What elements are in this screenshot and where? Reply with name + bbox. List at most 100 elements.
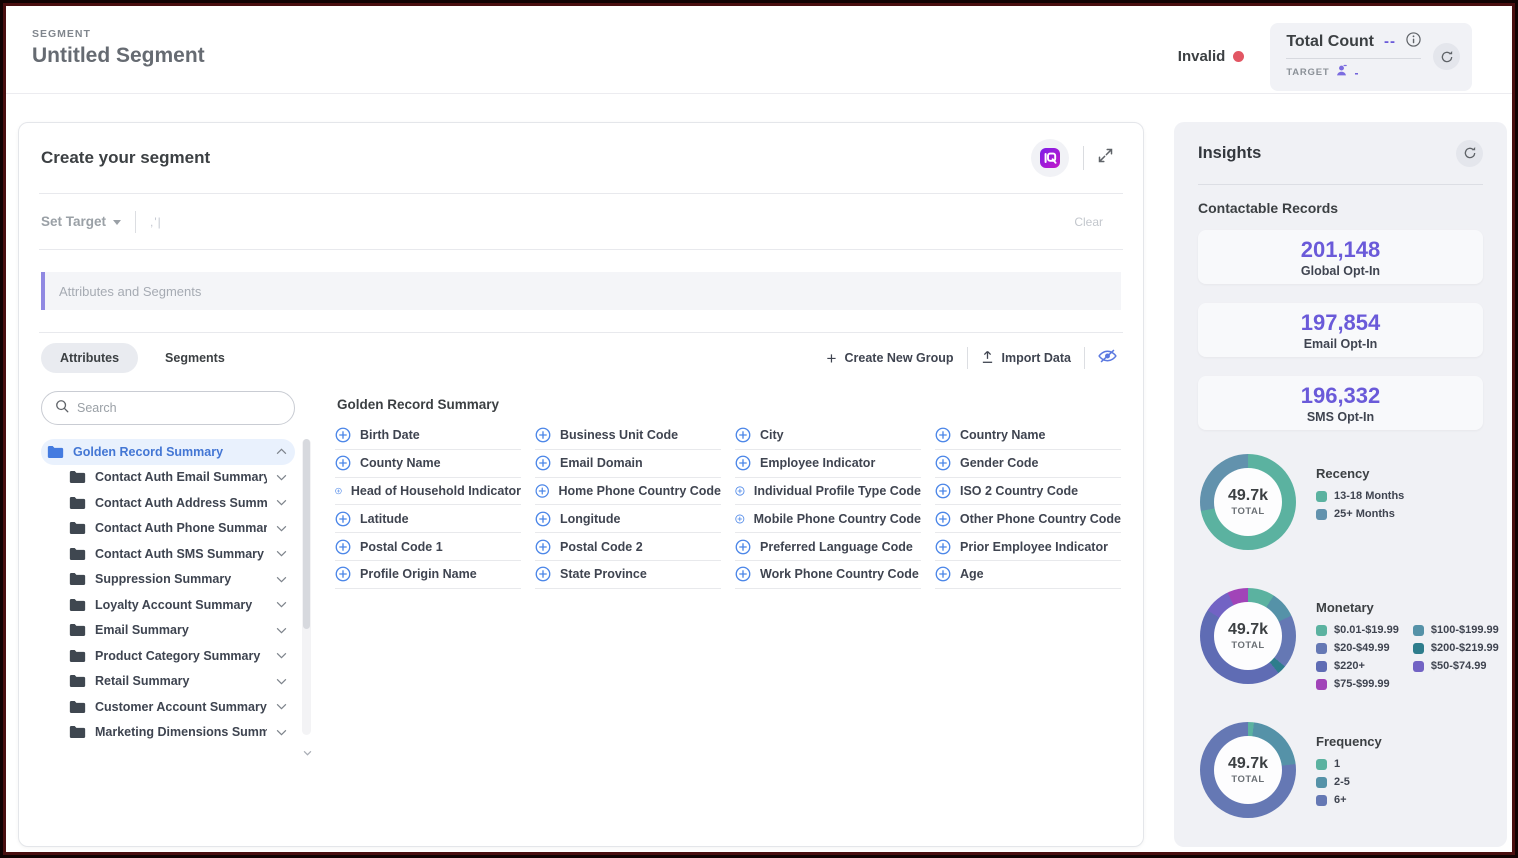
tab-attributes[interactable]: Attributes — [41, 343, 138, 373]
legend-item: 6+ — [1316, 794, 1382, 806]
add-attribute-icon[interactable] — [735, 511, 745, 527]
tree-item-contact-auth-address-summary[interactable]: Contact Auth Address Summary — [63, 490, 295, 516]
scrollbar-thumb[interactable] — [303, 439, 310, 629]
add-attribute-icon[interactable] — [535, 539, 551, 555]
add-attribute-icon[interactable] — [735, 455, 751, 471]
tree-item-marketing-dimensions-summary[interactable]: Marketing Dimensions Summary — [63, 720, 295, 746]
attributes-segments-dropzone[interactable]: Attributes and Segments — [41, 272, 1121, 310]
expand-icon[interactable] — [1098, 148, 1113, 168]
chevron-down-icon[interactable] — [276, 729, 287, 736]
attribute-work-phone-country-code[interactable]: Work Phone Country Code — [735, 561, 921, 589]
attribute-business-unit-code[interactable]: Business Unit Code — [535, 422, 721, 450]
add-attribute-icon[interactable] — [935, 539, 951, 555]
attribute-iso-2-country-code[interactable]: ISO 2 Country Code — [935, 478, 1121, 506]
attribute-latitude[interactable]: Latitude — [335, 505, 521, 533]
opt-in-stats: 201,148Global Opt-In197,854Email Opt-In1… — [1198, 230, 1483, 430]
attribute-home-phone-country-code[interactable]: Home Phone Country Code — [535, 478, 721, 506]
tree-item-contact-auth-sms-summary[interactable]: Contact Auth SMS Summary — [63, 541, 295, 567]
assistant-logo-button[interactable] — [1031, 139, 1069, 177]
add-attribute-icon[interactable] — [535, 455, 551, 471]
tree-item-contact-auth-phone-summary[interactable]: Contact Auth Phone Summary — [63, 516, 295, 542]
tree-item-product-category-summary[interactable]: Product Category Summary — [63, 643, 295, 669]
tree-item-label: Contact Auth Phone Summary — [95, 521, 267, 535]
add-attribute-icon[interactable] — [335, 566, 351, 582]
tree-item-label: Contact Auth SMS Summary — [95, 547, 267, 561]
add-attribute-icon[interactable] — [535, 566, 551, 582]
attribute-birth-date[interactable]: Birth Date — [335, 422, 521, 450]
total-count-box: Total Count -- TARGET - — [1270, 23, 1472, 91]
chevron-down-icon[interactable] — [276, 627, 287, 634]
attribute-postal-code-1[interactable]: Postal Code 1 — [335, 533, 521, 561]
tab-segments[interactable]: Segments — [146, 343, 244, 373]
attribute-city[interactable]: City — [735, 422, 921, 450]
attribute-email-domain[interactable]: Email Domain — [535, 450, 721, 478]
create-new-group-button[interactable]: + Create New Group — [827, 350, 954, 367]
set-target-label: Set Target — [41, 214, 106, 229]
add-attribute-icon[interactable] — [735, 483, 745, 499]
attribute-county-name[interactable]: County Name — [335, 450, 521, 478]
folder-icon — [69, 547, 86, 561]
donut-chart-recency: 49.7kTOTALRecency13-18 Months25+ Months — [1198, 454, 1483, 564]
chevron-down-icon[interactable] — [276, 703, 287, 710]
add-attribute-icon[interactable] — [935, 455, 951, 471]
tree-item-loyalty-account-summary[interactable]: Loyalty Account Summary — [63, 592, 295, 618]
stat-label: SMS Opt-In — [1307, 410, 1374, 424]
attribute-gender-code[interactable]: Gender Code — [935, 450, 1121, 478]
add-attribute-icon[interactable] — [535, 511, 551, 527]
clear-button[interactable]: Clear — [1074, 215, 1121, 229]
chevron-down-icon[interactable] — [276, 678, 287, 685]
attribute-other-phone-country-code[interactable]: Other Phone Country Code — [935, 505, 1121, 533]
chevron-down-icon[interactable] — [276, 499, 287, 506]
attribute-age[interactable]: Age — [935, 561, 1121, 589]
attribute-individual-profile-type-code[interactable]: Individual Profile Type Code — [735, 478, 921, 506]
tree-item-contact-auth-email-summary[interactable]: Contact Auth Email Summary — [63, 465, 295, 491]
add-attribute-icon[interactable] — [535, 483, 549, 499]
chevron-down-icon[interactable] — [276, 601, 287, 608]
add-attribute-icon[interactable] — [335, 455, 351, 471]
attribute-label: Home Phone Country Code — [558, 484, 721, 498]
add-attribute-icon[interactable] — [535, 427, 551, 443]
add-attribute-icon[interactable] — [335, 511, 351, 527]
attribute-mobile-phone-country-code[interactable]: Mobile Phone Country Code — [735, 505, 921, 533]
tree-item-golden-record-summary[interactable]: Golden Record Summary — [41, 439, 295, 465]
info-icon[interactable] — [1406, 32, 1421, 52]
tree-item-retail-summary[interactable]: Retail Summary — [63, 669, 295, 695]
search-input[interactable] — [77, 401, 281, 415]
import-data-button[interactable]: Import Data — [981, 350, 1071, 367]
chevron-down-icon[interactable] — [276, 652, 287, 659]
chevron-up-icon[interactable] — [276, 448, 287, 455]
chevron-down-icon[interactable] — [276, 576, 287, 583]
add-attribute-icon[interactable] — [935, 483, 951, 499]
attribute-longitude[interactable]: Longitude — [535, 505, 721, 533]
add-attribute-icon[interactable] — [335, 427, 351, 443]
attribute-postal-code-2[interactable]: Postal Code 2 — [535, 533, 721, 561]
tree-item-email-summary[interactable]: Email Summary — [63, 618, 295, 644]
attribute-head-of-household-indicator[interactable]: Head of Household Indicator — [335, 478, 521, 506]
add-attribute-icon[interactable] — [335, 483, 342, 499]
add-attribute-icon[interactable] — [935, 427, 951, 443]
attribute-employee-indicator[interactable]: Employee Indicator — [735, 450, 921, 478]
refresh-count-button[interactable] — [1433, 43, 1460, 70]
attribute-country-name[interactable]: Country Name — [935, 422, 1121, 450]
attribute-preferred-language-code[interactable]: Preferred Language Code — [735, 533, 921, 561]
add-attribute-icon[interactable] — [935, 511, 951, 527]
legend-item: $200-$219.99 — [1413, 642, 1499, 654]
scroll-down-arrow-icon[interactable] — [303, 743, 312, 761]
add-attribute-icon[interactable] — [735, 566, 751, 582]
tree-item-suppression-summary[interactable]: Suppression Summary — [63, 567, 295, 593]
add-attribute-icon[interactable] — [735, 539, 751, 555]
set-target-button[interactable]: Set Target — [41, 214, 121, 229]
chevron-down-icon[interactable] — [276, 474, 287, 481]
refresh-insights-button[interactable] — [1456, 140, 1483, 167]
attribute-state-province[interactable]: State Province — [535, 561, 721, 589]
add-attribute-icon[interactable] — [335, 539, 351, 555]
add-attribute-icon[interactable] — [735, 427, 751, 443]
donut-center: 49.7kTOTAL — [1214, 736, 1282, 804]
chevron-down-icon[interactable] — [276, 550, 287, 557]
add-attribute-icon[interactable] — [935, 566, 951, 582]
chevron-down-icon[interactable] — [276, 525, 287, 532]
visibility-off-icon[interactable] — [1098, 348, 1117, 369]
tree-item-customer-account-summary[interactable]: Customer Account Summary — [63, 694, 295, 720]
attribute-profile-origin-name[interactable]: Profile Origin Name — [335, 561, 521, 589]
attribute-prior-employee-indicator[interactable]: Prior Employee Indicator — [935, 533, 1121, 561]
